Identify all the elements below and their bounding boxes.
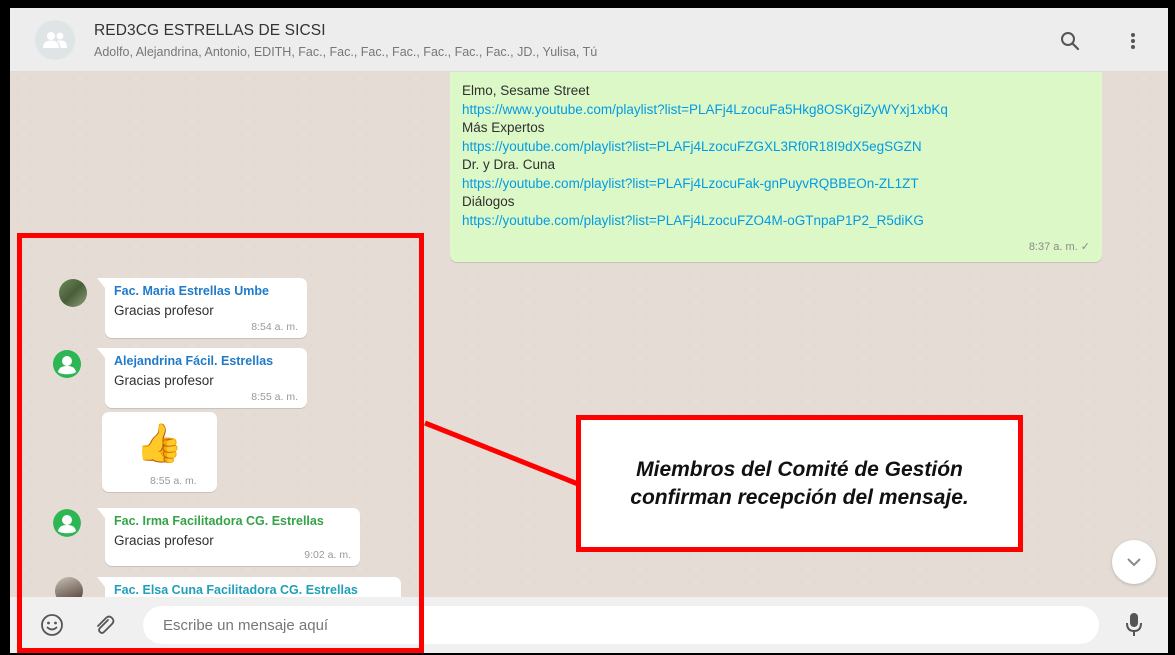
scroll-down-button[interactable] xyxy=(1112,540,1156,584)
callout-text: Miembros del Comité de Gestión confirman… xyxy=(630,457,969,509)
menu-icon[interactable] xyxy=(1120,28,1146,54)
search-icon[interactable] xyxy=(1057,28,1083,54)
group-avatar-icon[interactable] xyxy=(35,20,75,60)
chevron-down-icon xyxy=(1127,558,1141,567)
message-text: Más Expertos xyxy=(462,120,545,135)
chat-header[interactable]: RED3CG ESTRELLAS DE SICSI Adolfo, Alejan… xyxy=(10,8,1168,72)
group-title[interactable]: RED3CG ESTRELLAS DE SICSI xyxy=(94,22,326,40)
message-time: 8:37 a. m. ✓ xyxy=(1028,240,1090,253)
message-text: Diálogos xyxy=(462,194,515,209)
playlist-link[interactable]: https://youtube.com/playlist?list=PLAFj4… xyxy=(462,138,1090,157)
playlist-link[interactable]: https://www.youtube.com/playlist?list=PL… xyxy=(462,101,1090,120)
group-members[interactable]: Adolfo, Alejandrina, Antonio, EDITH, Fac… xyxy=(94,45,597,59)
annotation-callout: Miembros del Comité de Gestión confirman… xyxy=(576,415,1023,552)
microphone-icon[interactable] xyxy=(1120,611,1148,639)
outgoing-message-bubble[interactable]: Elmo, Sesame Street https://www.youtube.… xyxy=(450,72,1102,262)
message-text: Dr. y Dra. Cuna xyxy=(462,157,556,172)
message-text: Elmo, Sesame Street xyxy=(462,83,590,98)
playlist-link[interactable]: https://youtube.com/playlist?list=PLAFj4… xyxy=(462,175,1090,194)
highlight-box xyxy=(17,233,424,653)
playlist-link[interactable]: https://youtube.com/playlist?list=PLAFj4… xyxy=(462,212,1090,231)
